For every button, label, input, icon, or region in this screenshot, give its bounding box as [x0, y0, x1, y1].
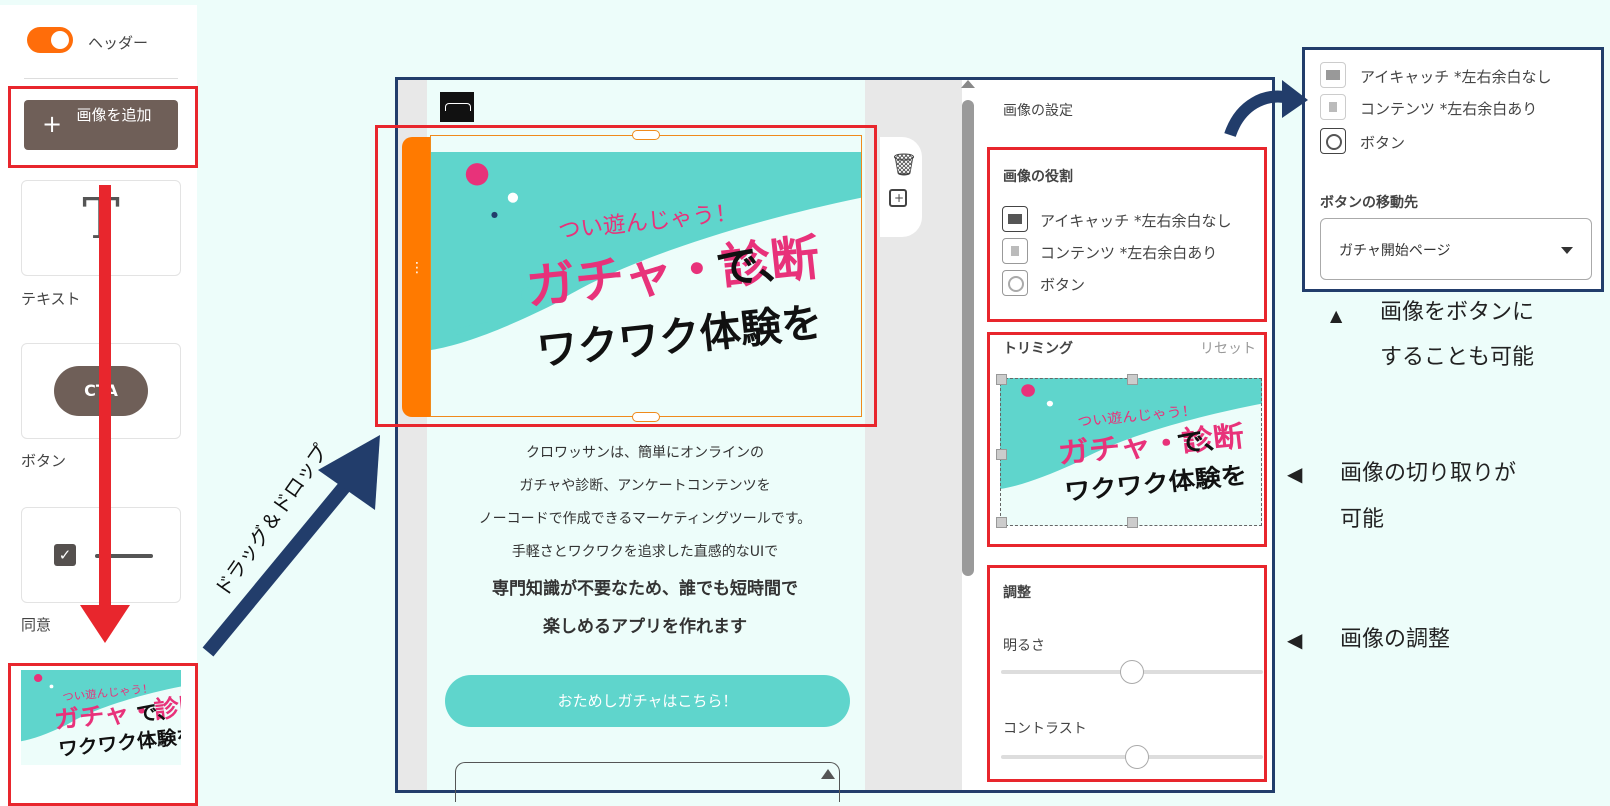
note-crop-line1: 画像の切り取りが	[1340, 461, 1517, 486]
divider	[24, 78, 178, 79]
popup-role-content[interactable]: コンテンツ *左右余白あり	[1360, 98, 1537, 119]
checkbox-icon: ✓	[54, 544, 76, 566]
note-marker-left: ◀	[1287, 628, 1303, 652]
palette-label-button: ボタン	[21, 452, 67, 470]
curved-arrow-icon	[1224, 80, 1308, 138]
note-marker-left: ◀	[1287, 462, 1303, 486]
popup-role-eyecatch[interactable]: アイキャッチ *左右余白なし	[1360, 66, 1552, 87]
image-settings-title: 画像の設定	[1003, 103, 1073, 119]
role-option-eyecatch[interactable]: アイキャッチ *左右余白なし	[1040, 210, 1232, 231]
site-logo	[440, 92, 474, 122]
note-button-line2: することも可能	[1380, 345, 1535, 370]
description-line: クロワッサンは、簡単にオンラインの	[526, 445, 764, 461]
drag-down-arrow-icon	[80, 185, 130, 643]
duplicate-icon[interactable]: +	[889, 189, 907, 207]
role-option-content[interactable]: コンテンツ *左右余白あり	[1040, 242, 1217, 263]
note-marker-up: ▲	[1330, 306, 1343, 325]
trimming-reset-link[interactable]: リセット	[1200, 338, 1256, 358]
dropped-image-thumbnail[interactable]: つい遊んじゃう！ ガチャ・診断 で、 ワクワク体験を	[21, 670, 181, 765]
scroll-up-arrow-icon[interactable]	[961, 80, 975, 88]
trash-icon[interactable]: 🗑	[890, 153, 918, 178]
note-crop-line2: 可能	[1340, 507, 1385, 532]
crop-handle[interactable]	[1127, 517, 1138, 528]
button-click-icon[interactable]	[1320, 128, 1346, 154]
scroll-up-icon[interactable]	[821, 769, 835, 779]
editor-scrollbar[interactable]	[962, 100, 974, 576]
toggle-knob	[51, 31, 69, 49]
note-button-line1: 画像をボタンに	[1380, 300, 1535, 325]
highlight-image-block	[375, 125, 877, 427]
note-adjust-line1: 画像の調整	[1340, 627, 1451, 652]
destination-select[interactable]: ガチャ開始ページ	[1320, 218, 1592, 280]
palette-label-consent: 同意	[21, 616, 52, 634]
destination-value: ガチャ開始ページ	[1339, 243, 1451, 259]
chevron-down-icon[interactable]	[1561, 247, 1573, 254]
preview-input-box[interactable]	[455, 762, 840, 802]
palette-label-text: テキスト	[21, 290, 81, 308]
try-gacha-button[interactable]: おためしガチャはこちら！	[445, 675, 850, 727]
crop-handle[interactable]	[996, 449, 1007, 460]
popup-role-button[interactable]: ボタン	[1360, 132, 1405, 153]
adjust-title: 調整	[1003, 585, 1031, 601]
svg-text:で、: で、	[135, 698, 179, 726]
destination-label: ボタンの移動先	[1320, 195, 1418, 211]
crop-handle[interactable]	[1127, 374, 1138, 385]
crop-handle[interactable]	[996, 517, 1007, 528]
button-click-icon[interactable]	[1002, 270, 1028, 296]
header-toggle-label: ヘッダー	[88, 34, 149, 52]
description-line: ノーコードで作成できるマーケティングツールです。	[478, 511, 812, 527]
crop-frame[interactable]	[996, 374, 1262, 528]
eyecatch-icon[interactable]	[1002, 206, 1028, 232]
trimming-title: トリミング	[1003, 341, 1073, 357]
description-bold-line: 専門知識が不要なため、誰でも短時間で	[492, 579, 798, 599]
add-image-label: 画像を追加	[76, 106, 152, 124]
brightness-label: 明るさ	[1003, 638, 1045, 654]
gacha-image-icon: つい遊んじゃう！ ガチャ・診断 で、 ワクワク体験を	[21, 670, 181, 765]
crop-handle[interactable]	[996, 374, 1007, 385]
block-tools: 🗑 +	[880, 137, 922, 237]
drag-right-arrow-icon	[202, 435, 380, 657]
description-line: 手軽さとワクワクを追求した直感的なUIで	[511, 544, 779, 560]
content-icon[interactable]	[1320, 94, 1346, 120]
plus-icon: +	[42, 110, 63, 138]
add-image-button[interactable]: + 画像を追加	[24, 100, 178, 150]
eyecatch-icon[interactable]	[1320, 62, 1346, 88]
role-option-button[interactable]: ボタン	[1040, 274, 1085, 295]
description-line: ガチャや診断、アンケートコンテンツを	[519, 478, 771, 494]
header-toggle[interactable]	[27, 27, 73, 53]
brightness-slider-thumb[interactable]	[1120, 660, 1144, 684]
description-bold-line: 楽しめるアプリを作れます	[543, 617, 747, 637]
content-icon[interactable]	[1002, 238, 1028, 264]
image-role-title: 画像の役割	[1003, 169, 1073, 185]
contrast-label: コントラスト	[1003, 721, 1087, 737]
